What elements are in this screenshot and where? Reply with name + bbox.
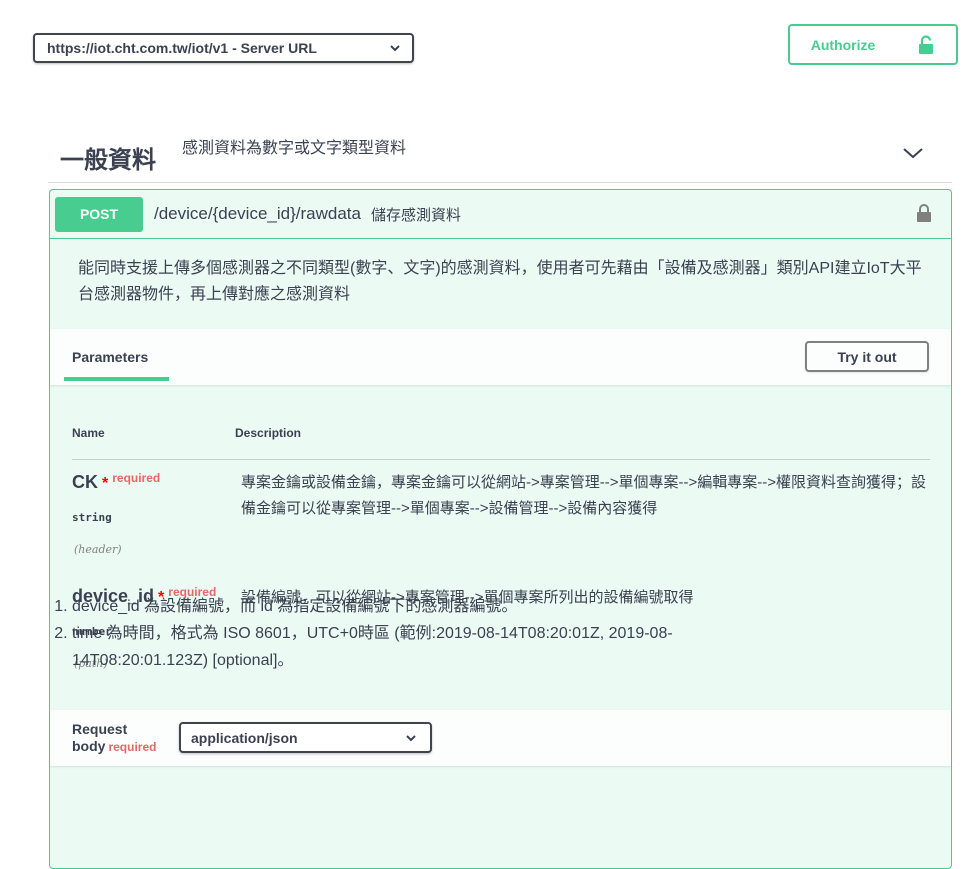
param-name: CK * required [72,471,161,492]
content-type-value: application/json [191,729,298,746]
request-body-notes: device_id 為設備編號，而 id 為指定設備編號下的感測器編號。 tim… [50,593,792,674]
operation-summary-text: 儲存感測資料 [370,206,461,224]
chevron-down-icon[interactable] [902,146,924,160]
required-label: required [112,471,161,485]
tag-title: 一般資料 [60,147,156,174]
operation-path: /device/{device_id}/rawdata [154,204,361,223]
lock-open-icon [919,34,934,54]
param-description: 專案金鑰或設備金鑰，專案金鑰可以從網站->專案管理-->單個專案-->編輯專案-… [241,474,927,517]
operation-summary[interactable]: POST /device/{device_id}/rawdata 儲存感測資料 [50,190,951,239]
list-item: device_id 為設備編號，而 id 為指定設備編號下的感測器編號。 [72,593,792,620]
content-type-select[interactable]: application/json [179,722,432,753]
required-star: * [102,475,109,492]
server-url-value: https://iot.cht.com.tw/iot/v1 - Server U… [47,40,317,56]
authorize-label: Authorize [810,36,876,53]
request-body-header: Request body required application/json [50,710,951,766]
request-body-label: Request body required [72,721,157,754]
column-header-description: Description [235,426,302,440]
lock-icon[interactable] [915,203,933,223]
tag-description: 感測資料為數字或文字類型資料 [182,140,407,157]
param-type: string [72,511,112,524]
chevron-down-icon [406,734,416,741]
operation-description: 能同時支援上傳多個感測器之不同類型(數字、文字)的感測資料，使用者可先藉由「設備… [78,260,922,303]
try-it-out-button[interactable]: Try it out [805,341,929,372]
list-item: time 為時間，格式為 ISO 8601，UTC+0時區 (範例:2019-0… [72,620,792,674]
table-divider [72,459,930,460]
method-badge: POST [55,196,143,232]
authorize-button[interactable]: Authorize [788,24,958,65]
chevron-down-icon [390,45,400,52]
tab-parameters[interactable]: Parameters [72,349,148,365]
param-location: (header) [74,543,122,556]
tab-underline [64,377,169,381]
column-header-name: Name [72,426,105,440]
server-url-select[interactable]: https://iot.cht.com.tw/iot/v1 - Server U… [33,33,414,63]
tag-section-header[interactable]: 一般資料 感測資料為數字或文字類型資料 [48,120,952,183]
required-label: required [108,740,157,754]
operation-block: POST /device/{device_id}/rawdata 儲存感測資料 … [49,189,952,869]
parameters-header: Parameters Try it out [50,329,951,385]
